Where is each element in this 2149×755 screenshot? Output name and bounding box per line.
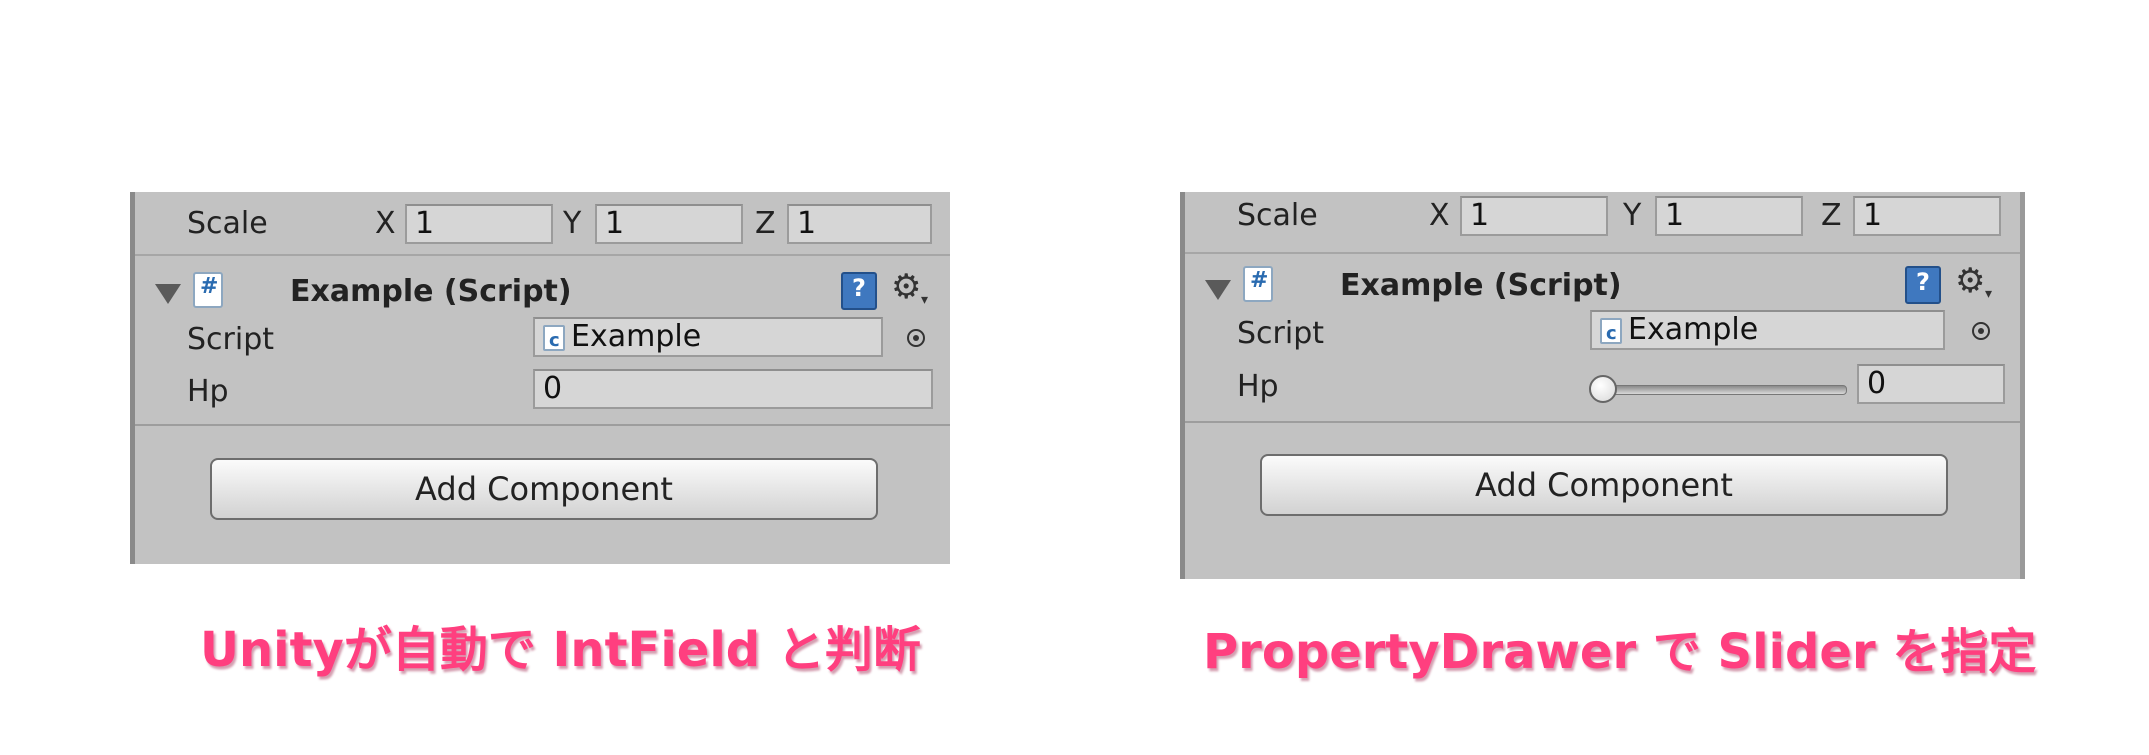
divider [135,254,950,256]
scale-y-label: Y [563,206,582,241]
gear-icon[interactable]: ⚙ [1955,264,1985,298]
scale-z-label: Z [1821,198,1842,233]
divider [1185,421,2020,423]
scale-y-field[interactable]: 1 [595,204,743,244]
hp-label: Hp [1237,369,1279,404]
scale-y-label: Y [1623,198,1642,233]
scale-x-label: X [1429,198,1450,233]
inspector-panel-left: Scale X 1 Y 1 Z 1 Example (Script) ⚙ ▾ S… [130,192,950,564]
foldout-arrow-icon[interactable] [155,284,181,304]
csharp-script-icon [193,272,223,308]
scale-x-field[interactable]: 1 [1460,196,1608,236]
add-component-button[interactable]: Add Component [1260,454,1948,516]
gear-icon[interactable]: ⚙ [891,270,921,304]
help-book-icon[interactable] [841,272,877,310]
hp-value-field[interactable]: 0 [1857,364,2005,404]
scale-x-field[interactable]: 1 [405,204,553,244]
scale-label: Scale [1237,198,1318,233]
component-title: Example (Script) [1340,268,1622,303]
script-value: Example [1628,312,1759,347]
chevron-down-icon: ▾ [1985,286,1993,302]
scale-x-label: X [375,206,396,241]
object-picker-icon[interactable] [907,329,925,347]
hp-int-field[interactable]: 0 [533,369,933,409]
foldout-arrow-icon[interactable] [1205,280,1231,300]
script-label: Script [1237,316,1325,351]
script-value: Example [571,319,702,354]
script-object-field[interactable]: Example [533,317,883,359]
help-book-icon[interactable] [1905,266,1941,304]
scale-z-field[interactable]: 1 [1853,196,2001,236]
divider [135,424,950,426]
caption-right: PropertyDrawer で Slider を指定 [1203,624,2037,680]
script-object-field[interactable]: Example [1590,310,1945,352]
inspector-panel-right: Scale X 1 Y 1 Z 1 Example (Script) ⚙ ▾ S… [1180,192,2025,579]
caption-left: Unityが自動で IntField と判断 [200,622,921,678]
component-title: Example (Script) [290,274,572,309]
hp-slider-track[interactable] [1593,385,1847,395]
hp-label: Hp [187,374,229,409]
scale-z-label: Z [755,206,776,241]
scale-y-field[interactable]: 1 [1655,196,1803,236]
csharp-script-icon [1243,266,1273,302]
chevron-down-icon: ▾ [921,292,929,308]
hp-slider-thumb[interactable] [1589,375,1617,403]
scale-z-field[interactable]: 1 [787,204,932,244]
add-component-button[interactable]: Add Component [210,458,878,520]
object-picker-icon[interactable] [1972,322,1990,340]
csharp-script-icon [1600,316,1622,352]
csharp-script-icon [543,323,565,359]
scale-label: Scale [187,206,268,241]
divider [1185,252,2020,254]
script-label: Script [187,322,275,357]
